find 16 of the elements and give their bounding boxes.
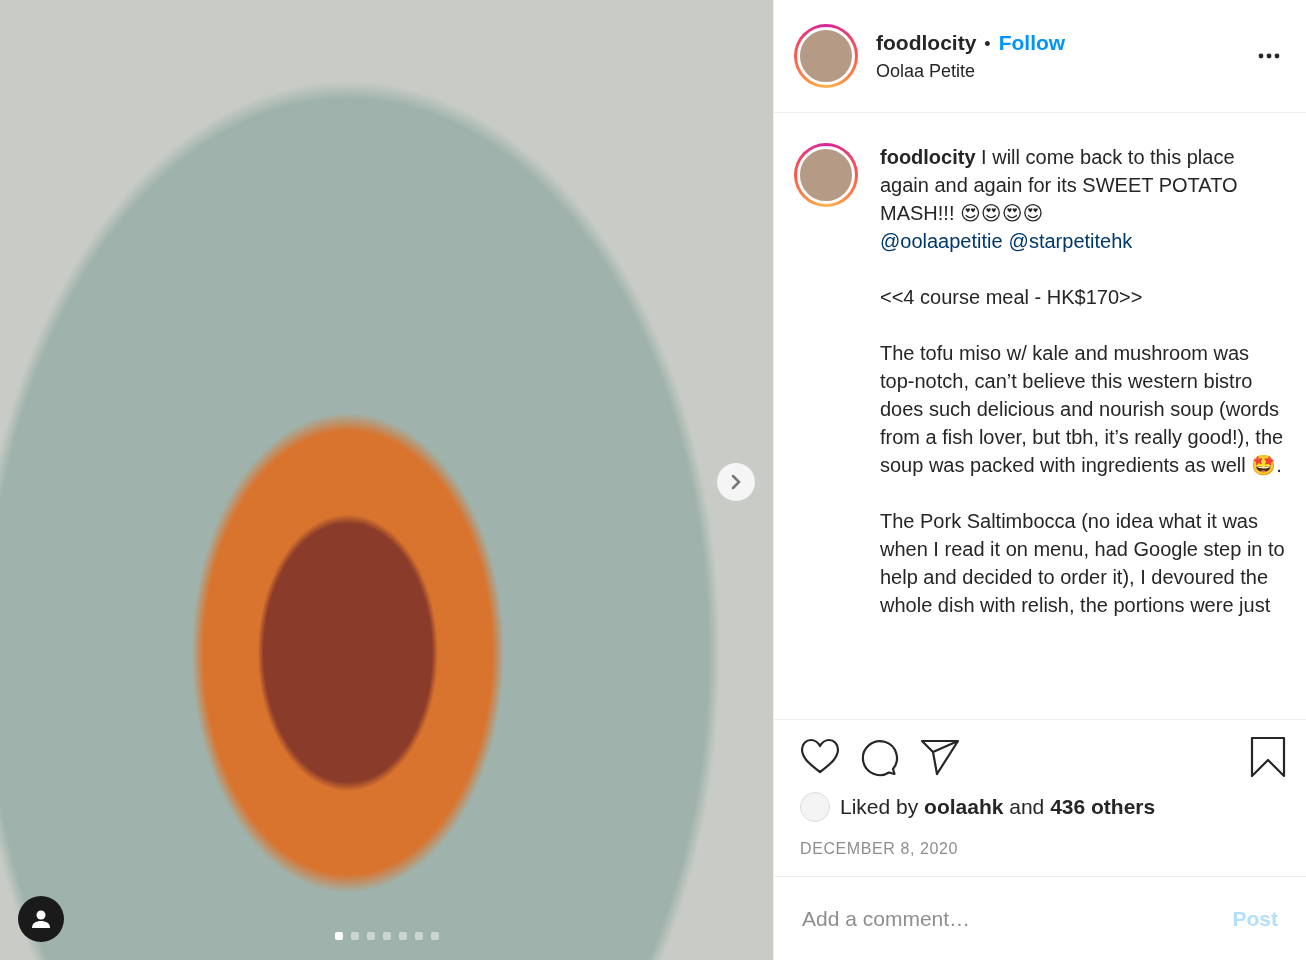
mention-link[interactable]: @oolaapetitie <box>880 230 1003 252</box>
separator-dot: • <box>984 33 991 55</box>
caption-paragraph: The Pork Saltimbocca (no idea what it was when I read it on menu, had Google step in to help and decided to order it), I devoured the whole dish with relish, the portions were just <box>880 509 1286 618</box>
caption-text: foodlocity I will come back to this place again and again for its SWEET POTATO MASH!!! 😍😍😍😍 <box>880 145 1239 226</box>
bookmark-icon[interactable] <box>1250 736 1286 778</box>
mention-link[interactable]: @starpetitehk <box>1008 230 1133 252</box>
likes-text: Liked by oolaahk and 436 others <box>840 795 1156 819</box>
username-link[interactable]: foodlocity <box>876 30 977 55</box>
heart-icon[interactable] <box>800 738 840 776</box>
location-link[interactable]: Oolaa Petite <box>876 60 1236 82</box>
comment-icon[interactable] <box>860 737 900 777</box>
caption-paragraph: The tofu miso w/ kale and mushroom was top-notch, can’t believe this western bistro does such delicious and nourish soup (words from a fish lover, but tbh, it’s really good!), the soup was packed with ingredients as well 🤩. <box>880 341 1285 478</box>
username-link[interactable]: foodlocity <box>880 146 976 168</box>
post-date: DECEMBER 8, 2020 <box>800 840 960 858</box>
send-icon[interactable] <box>920 738 960 776</box>
caption-paragraph: <<4 course meal - HK$170>> <box>880 285 1144 310</box>
